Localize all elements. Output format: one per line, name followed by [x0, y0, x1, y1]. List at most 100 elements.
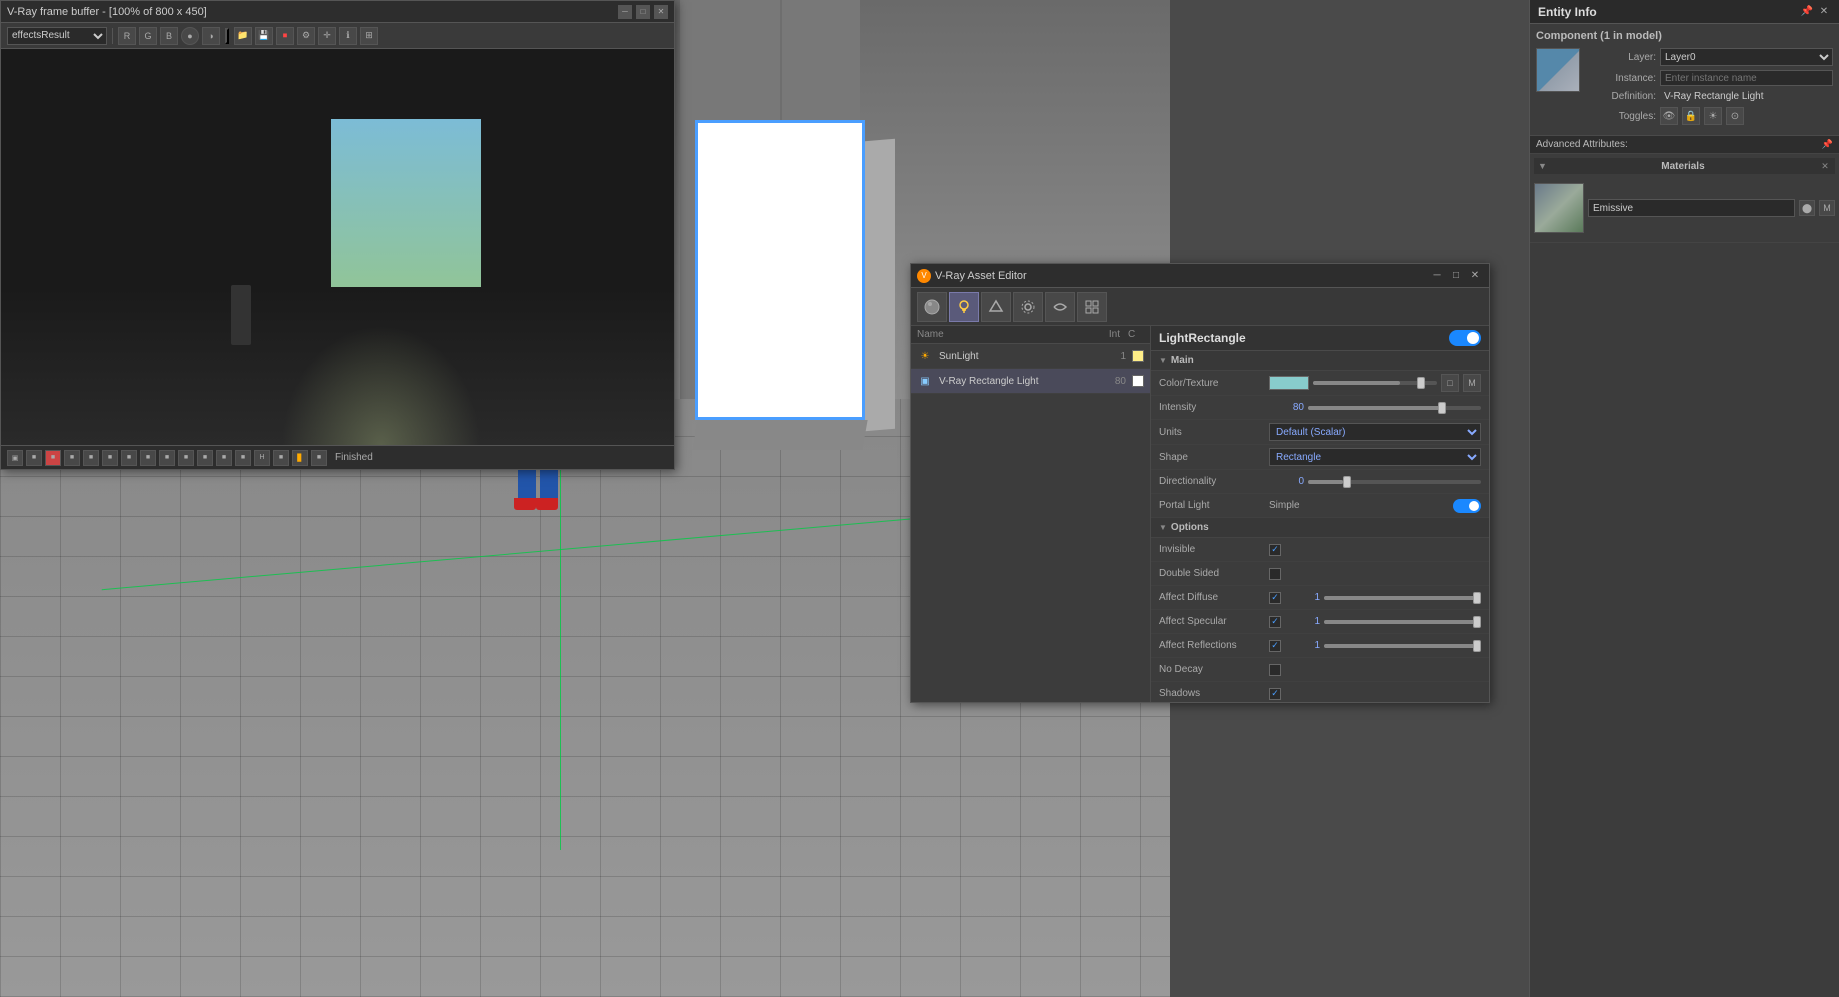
affect-diffuse-checkbox[interactable]	[1269, 592, 1281, 604]
sunlight-name: SunLight	[939, 351, 1090, 362]
toggle-cast-shadows-icon[interactable]: ☀	[1704, 107, 1722, 125]
material-action-btn-2[interactable]: M	[1819, 200, 1835, 216]
units-value: Default (Scalar)	[1269, 423, 1481, 441]
tb-g-button[interactable]: G	[139, 27, 157, 45]
light-item-sunlight[interactable]: ☀ SunLight 1	[911, 344, 1150, 369]
tb-r-button[interactable]: R	[118, 27, 136, 45]
affect-specular-slider-thumb	[1473, 616, 1481, 628]
panel-pin-button[interactable]: 📌	[1800, 5, 1814, 19]
toggle-visible-icon[interactable]: 👁	[1660, 107, 1678, 125]
statusbar-icon-12[interactable]: ■	[216, 450, 232, 466]
tb-cursor-button[interactable]: ✛	[318, 27, 336, 45]
statusbar-icon-4[interactable]: ■	[64, 450, 80, 466]
asset-editor-title-text: V-Ray Asset Editor	[935, 270, 1027, 282]
tb-save-button[interactable]: 💾	[255, 27, 273, 45]
statusbar-icon-14[interactable]: H	[254, 450, 270, 466]
toggle-lock-icon[interactable]: 🔒	[1682, 107, 1700, 125]
light-item-rectangle[interactable]: ▣ V-Ray Rectangle Light 80	[911, 369, 1150, 394]
portal-light-toggle[interactable]	[1453, 499, 1481, 513]
statusbar-icon-6[interactable]: ■	[102, 450, 118, 466]
affect-diffuse-slider[interactable]	[1324, 596, 1481, 600]
affect-reflections-slider[interactable]	[1324, 644, 1481, 648]
statusbar-icon-1[interactable]: ▣	[7, 450, 23, 466]
color-slider[interactable]	[1313, 381, 1437, 385]
color-texture-value: □ M	[1269, 374, 1481, 392]
statusbar-icon-5[interactable]: ■	[83, 450, 99, 466]
statusbar-icon-11[interactable]: ■	[197, 450, 213, 466]
tb-folder-button[interactable]: 📁	[234, 27, 252, 45]
invisible-value	[1269, 544, 1481, 556]
statusbar-icons: ▣ ■ ■ ■ ■ ■ ■ ■ ■ ■ ■ ■ ■ H ■ ▊ ■	[7, 450, 327, 466]
statusbar-icon-10[interactable]: ■	[178, 450, 194, 466]
statusbar-icon-8[interactable]: ■	[140, 450, 156, 466]
units-dropdown[interactable]: Default (Scalar)	[1269, 423, 1481, 441]
asset-editor-close[interactable]: ✕	[1467, 268, 1483, 284]
statusbar-icon-17[interactable]: ■	[311, 450, 327, 466]
no-decay-value	[1269, 664, 1481, 676]
tb-stop-button[interactable]: ⏹	[276, 27, 294, 45]
maximize-button[interactable]: □	[636, 5, 650, 19]
affect-specular-checkbox[interactable]	[1269, 616, 1281, 628]
lights-tab-button[interactable]	[949, 292, 979, 322]
double-sided-checkbox[interactable]	[1269, 568, 1281, 580]
panel-header: Entity Info 📌 ✕	[1530, 0, 1839, 24]
statusbar-icon-3[interactable]: ■	[45, 450, 61, 466]
materials-tab-button[interactable]	[917, 292, 947, 322]
tb-grid-button[interactable]: ⊞	[360, 27, 378, 45]
rect-light-bottom	[692, 420, 867, 450]
asset-editor-minimize[interactable]: ─	[1429, 268, 1445, 284]
materials-header[interactable]: ▼ Materials ✕	[1534, 158, 1835, 174]
no-decay-checkbox[interactable]	[1269, 664, 1281, 676]
effects-tab-button[interactable]	[1045, 292, 1075, 322]
toggle-receive-shadows-icon[interactable]: ⊙	[1726, 107, 1744, 125]
affect-specular-slider[interactable]	[1324, 620, 1481, 624]
tb-b-button[interactable]: B	[160, 27, 178, 45]
settings-tab-button[interactable]	[1013, 292, 1043, 322]
shadows-checkbox[interactable]	[1269, 688, 1281, 700]
close-button[interactable]: ✕	[654, 5, 668, 19]
rect-light-3d-object[interactable]	[680, 120, 880, 450]
panel-close-button[interactable]: ✕	[1817, 5, 1831, 19]
directionality-slider[interactable]	[1308, 480, 1481, 484]
tb-halfcircle-button[interactable]: ◑	[202, 27, 220, 45]
effects-result-dropdown[interactable]: effectsResult	[7, 27, 107, 45]
statusbar-icon-2[interactable]: ■	[26, 450, 42, 466]
shadows-row: Shadows	[1151, 682, 1489, 702]
shape-dropdown[interactable]: Rectangle	[1269, 448, 1481, 466]
shape-row: Shape Rectangle	[1151, 445, 1489, 470]
frame-buffer-status-text: Finished	[335, 452, 373, 463]
statusbar-icon-9[interactable]: ■	[159, 450, 175, 466]
intensity-slider[interactable]	[1308, 406, 1481, 410]
statusbar-icon-7[interactable]: ■	[121, 450, 137, 466]
adv-attr-collapse-icon[interactable]: 📌	[1822, 139, 1833, 150]
options-section-header[interactable]: ▼ Options	[1151, 518, 1489, 538]
layer-dropdown[interactable]: Layer0	[1660, 48, 1833, 66]
material-name-input[interactable]	[1588, 199, 1795, 217]
minimize-button[interactable]: ─	[618, 5, 632, 19]
material-action-btn-1[interactable]: ⬤	[1799, 200, 1815, 216]
main-section-header[interactable]: ▼ Main	[1151, 351, 1489, 371]
tb-circle-button[interactable]: ●	[181, 27, 199, 45]
shadows-label: Shadows	[1159, 688, 1269, 699]
geometry-tab-button[interactable]	[981, 292, 1011, 322]
double-sided-value	[1269, 568, 1481, 580]
asset-editor-maximize[interactable]: □	[1448, 268, 1464, 284]
affect-reflections-checkbox[interactable]	[1269, 640, 1281, 652]
component-preview: Layer: Layer0 Instance: Definition: V-Ra…	[1536, 48, 1833, 129]
frame-buffer-toolbar: effectsResult R G B ● ◑ 📁 💾 ⏹ ⚙ ✛ ℹ ⊞	[1, 23, 674, 49]
tb-settings-button[interactable]: ⚙	[297, 27, 315, 45]
light-enable-toggle[interactable]	[1449, 330, 1481, 346]
invisible-checkbox[interactable]	[1269, 544, 1281, 556]
definition-value: V-Ray Rectangle Light	[1660, 90, 1833, 103]
instance-input[interactable]	[1660, 70, 1833, 86]
materials-close-button[interactable]: ✕	[1819, 160, 1831, 172]
tb-info-button[interactable]: ℹ	[339, 27, 357, 45]
statusbar-icon-15[interactable]: ■	[273, 450, 289, 466]
color-extra-btn[interactable]: M	[1463, 374, 1481, 392]
color-swatch[interactable]	[1269, 376, 1309, 390]
statusbar-icon-13[interactable]: ■	[235, 450, 251, 466]
color-texture-btn[interactable]: □	[1441, 374, 1459, 392]
render-elements-tab-button[interactable]	[1077, 292, 1107, 322]
instance-row: Instance:	[1588, 70, 1833, 86]
statusbar-icon-16[interactable]: ▊	[292, 450, 308, 466]
